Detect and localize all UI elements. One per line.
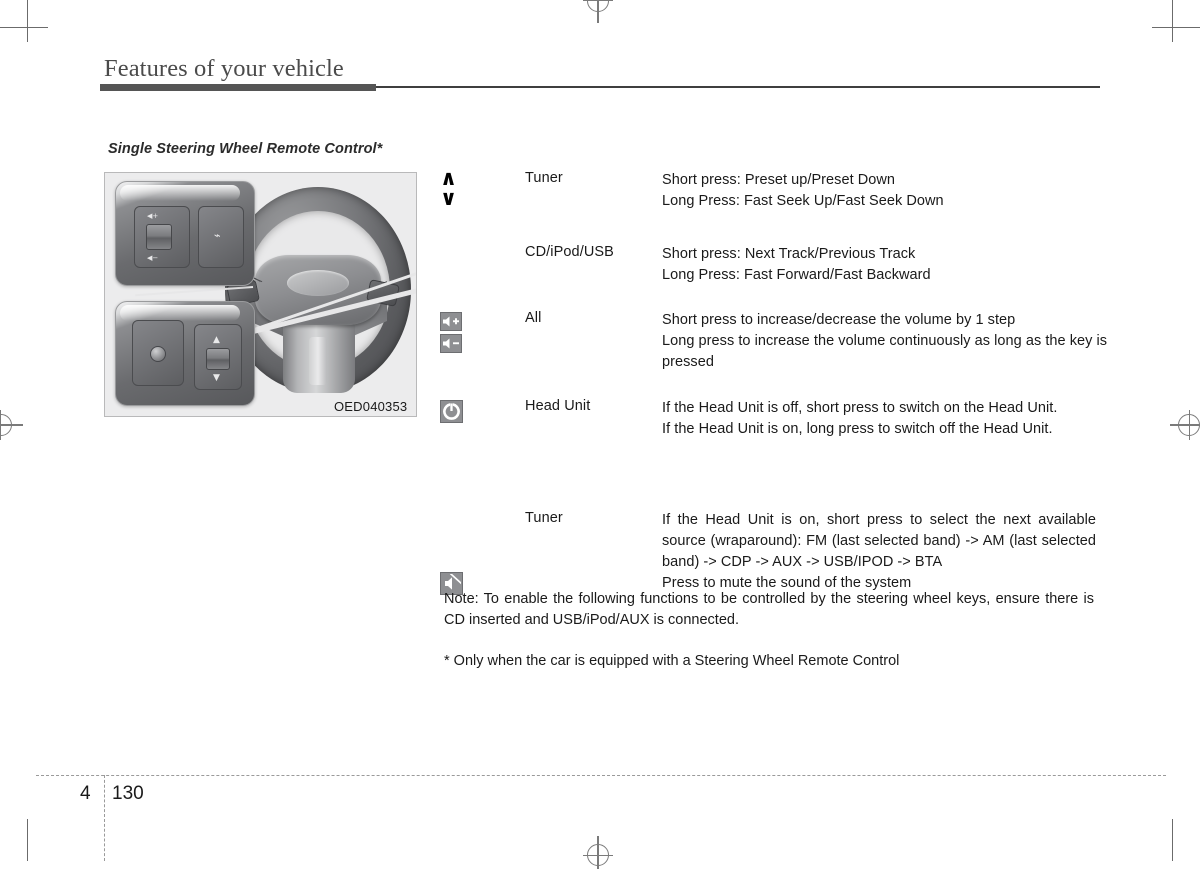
crop-mark-top-left-vertical — [27, 0, 28, 42]
description-line: Short press: Next Track/Previous Track — [662, 246, 916, 262]
description-line: If the Head Unit is on, long press to sw… — [662, 421, 1053, 437]
volume-down-glyph: ◀− — [147, 254, 159, 262]
chevron-down-icon: ∨ — [440, 186, 458, 210]
callout-top-highlight — [120, 185, 240, 201]
header-rule-thick — [100, 84, 376, 91]
callout-left-switch-detail: ◀+ ◀− ⌁ — [115, 181, 255, 286]
airbag-emblem — [287, 270, 349, 296]
table-row: Head Unit If the Head Unit is off, short… — [440, 398, 1100, 488]
registration-mark-left — [0, 410, 30, 440]
page-title: Features of your vehicle — [104, 55, 344, 82]
volume-up-glyph: ◀+ — [147, 212, 159, 220]
header-rule-thin — [376, 86, 1100, 88]
steering-column-shroud — [283, 321, 355, 393]
description-cell: Short press to increase/decrease the vol… — [662, 310, 1112, 373]
table-row: ∧ ∨ Tuner Short press: Preset up/Preset … — [440, 166, 1100, 222]
chevron-up-icon: ∧ — [440, 166, 458, 190]
mode-label: Tuner — [525, 170, 563, 186]
power-source-icon — [440, 400, 463, 423]
registration-mark-top — [583, 0, 613, 30]
footer-rule — [36, 775, 1166, 776]
mode-label: All — [525, 310, 542, 326]
mode-label: Head Unit — [525, 398, 591, 414]
callout-bottom-highlight — [120, 305, 240, 321]
figure-caption: OED040353 — [334, 399, 408, 414]
crop-mark-top-right-vertical — [1172, 0, 1173, 42]
table-row: CD/iPod/USB Short press: Next Track/Prev… — [440, 244, 1100, 288]
description-line: Long Press: Fast Seek Up/Fast Seek Down — [662, 193, 944, 209]
description-line: Short press to increase/decrease the vol… — [662, 312, 1016, 328]
footnote-text: * Only when the car is equipped with a S… — [444, 653, 900, 669]
description-cell: Short press: Preset up/Preset Down Long … — [662, 170, 1100, 212]
chapter-number: 4 — [80, 783, 91, 804]
steering-wheel-figure: ◀+ ◀− ⌁ ▲ ▼ — [104, 172, 417, 417]
description-line: Long press to increase the volume contin… — [662, 333, 1108, 370]
registration-mark-bottom — [583, 836, 613, 876]
page-number: 130 — [112, 783, 144, 804]
crop-mark-bottom-right-vertical — [1172, 819, 1173, 861]
description-line: Short press: Preset up/Preset Down — [662, 172, 895, 188]
mute-glyph: ⌁ — [214, 229, 221, 242]
mode-power-knob — [150, 346, 166, 362]
volume-up-icon — [440, 312, 462, 331]
footer-divider — [104, 775, 105, 861]
description-line: Long Press: Fast Forward/Fast Backward — [662, 267, 931, 283]
callout-right-switch-detail: ▲ ▼ — [115, 301, 255, 406]
section-heading: Single Steering Wheel Remote Control* — [108, 141, 383, 157]
seek-up-glyph: ▲ — [213, 335, 220, 345]
volume-rocker-switch — [146, 224, 172, 250]
power-mode-icon — [440, 400, 502, 426]
mode-label: CD/iPod/USB — [525, 244, 614, 260]
crop-mark-top-left-horizontal — [0, 27, 48, 28]
seek-down-glyph: ▼ — [213, 373, 220, 383]
description-line: If the Head Unit is off, short press to … — [662, 400, 1058, 416]
remote-control-function-table: ∧ ∨ Tuner Short press: Preset up/Preset … — [440, 166, 1107, 632]
callout-top-panel-right — [198, 206, 244, 268]
volume-up-down-icon — [440, 312, 502, 356]
registration-mark-right — [1170, 410, 1200, 440]
table-row: All Short press to increase/decrease the… — [440, 310, 1107, 376]
description-cell: Short press: Next Track/Previous Track L… — [662, 244, 1100, 286]
description-cell: If the Head Unit is off, short press to … — [662, 398, 1102, 440]
volume-down-icon — [440, 334, 462, 353]
note-text: Note: To enable the following functions … — [444, 591, 1094, 628]
crop-mark-bottom-left-vertical — [27, 819, 28, 861]
description-line: If the Head Unit is on, short press to s… — [662, 512, 1096, 570]
seek-up-down-chevrons-icon: ∧ ∨ — [440, 166, 502, 210]
mode-label: Tuner — [525, 510, 563, 526]
crop-mark-top-right-horizontal — [1152, 27, 1200, 28]
description-cell: If the Head Unit is on, short press to s… — [662, 510, 1096, 594]
seek-rocker-switch — [206, 348, 230, 370]
